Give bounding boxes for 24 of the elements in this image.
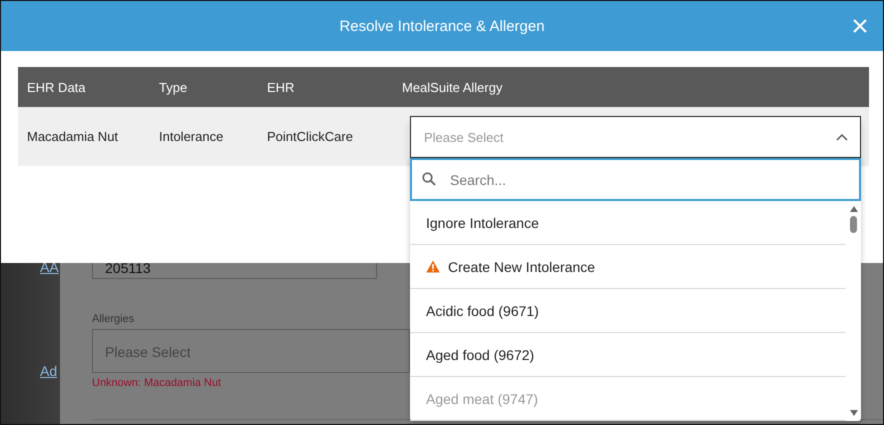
table-cell-text: Intolerance [159,129,224,144]
link[interactable]: Ad [40,363,58,379]
dropdown-option[interactable]: Create New Intolerance [410,245,846,289]
select-field[interactable]: Please Select [410,116,861,158]
table-cell-text: PointClickCare [267,129,354,144]
dialog-title: Resolve Intolerance & Allergen [339,18,545,34]
scroll-up-icon[interactable] [848,205,858,213]
column-header: Type [159,80,188,94]
caret-icon [836,133,848,141]
scroll-down-icon[interactable] [848,409,858,417]
search-field[interactable]: Search... [410,158,861,201]
error-message: Unknown: Macadamia Nut [92,377,222,389]
warning-icon [426,260,440,273]
link[interactable]: AA [40,259,59,275]
column-header: EHR [267,80,296,94]
dropdown-option[interactable]: Ignore Intolerance [410,201,846,245]
close-icon[interactable] [852,18,868,34]
dropdown-option[interactable]: Aged food (9672) [410,333,846,377]
column-header: EHR Data [26,80,87,94]
field-label: Allergies [92,313,134,325]
dropdown-option[interactable]: Acidic food (9671) [410,289,846,333]
scrollbar-thumb[interactable] [850,216,857,233]
column-header: MealSuite Allergy [402,80,502,94]
table-cell-text: Macadamia Nut [26,129,120,144]
